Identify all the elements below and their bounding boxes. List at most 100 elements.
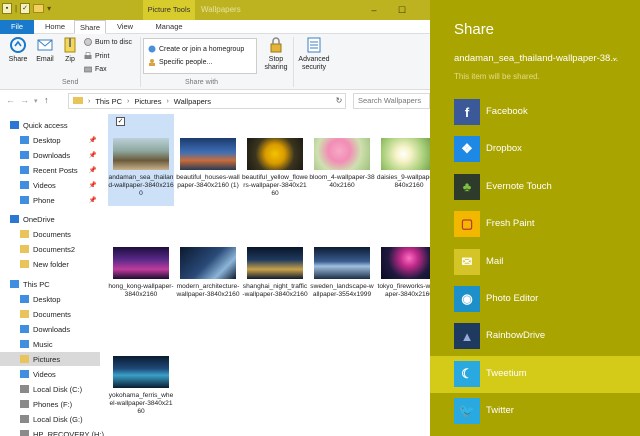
tab-view[interactable]: View [110,20,140,34]
nav-item[interactable]: Documents2 [0,242,100,256]
tab-home[interactable]: Home [40,20,70,34]
nav-item[interactable]: Quick access [0,118,100,132]
tab-manage[interactable]: Manage [146,20,192,34]
refresh-icon[interactable]: ↻ [332,93,346,109]
nav-item[interactable]: This PC [0,277,100,291]
nav-item[interactable]: New folder [0,257,100,271]
minimize-icon[interactable]: – [364,0,384,20]
file-name: tokyo_fireworks-wallpaper-3840x2160 [377,283,430,298]
folder-icon [20,230,29,238]
picture-tools-context-tab: Picture Tools [143,0,195,20]
shared-file-selector[interactable]: andaman_sea_thailand-wallpaper-38... [454,53,618,64]
people-icon [148,58,156,66]
breadcrumb-pictures[interactable]: Pictures [134,97,161,106]
share-app-dropbox[interactable]: ❖ Dropbox [430,131,640,168]
properties-icon[interactable]: ▪ [2,3,12,14]
share-app-mail[interactable]: ✉ Mail [430,244,640,281]
pin-icon[interactable]: 📌 [89,136,97,144]
share-app-tweetium[interactable]: ☾ Tweetium [430,355,640,393]
specific-people-button[interactable]: Specific people... [148,58,212,66]
lock-icon [267,36,285,54]
file-item[interactable]: beautiful_houses-wallpaper-3840x2160 (1) [175,114,241,206]
share-app-label: Twitter [486,405,514,417]
breadcrumb-wallpapers[interactable]: Wallpapers [174,97,211,106]
file-name: andaman_sea_thailand-wallpaper-3840x2160 [108,174,174,197]
print-button[interactable]: Print [84,52,109,60]
pin-icon[interactable]: 📌 [89,151,97,159]
advanced-security-button[interactable]: Advanced security [296,36,332,72]
file-item[interactable]: bloom_4-wallpaper-3840x2160 [309,114,375,206]
share-with-list [143,38,257,74]
file-item[interactable]: hong_kong-wallpaper-3840x2160 [108,223,174,315]
tab-file[interactable]: File [0,20,34,34]
recent-locations-icon[interactable]: ▾ [34,97,38,105]
nav-item[interactable]: Desktop [0,292,100,306]
fax-button[interactable]: Fax [84,65,107,73]
selection-checkbox[interactable]: ✓ [116,117,125,126]
search-input[interactable]: Search Wallpapers [353,93,430,109]
drive-icon [20,385,29,393]
file-name: sweden_landscape-wallpaper-3554x1999 [310,283,374,298]
nav-item-label: Phone [33,195,55,205]
share-pane-title: Share [454,21,495,38]
up-arrow-icon[interactable]: ↑ [44,95,49,105]
file-item[interactable]: shanghai_night_traffic-wallpaper-3840x21… [242,223,308,315]
share-app-evernote[interactable]: ♣ Evernote Touch [430,169,640,206]
file-name: shanghai_night_traffic-wallpaper-3840x21… [242,283,308,298]
nav-item[interactable]: Documents [0,227,100,241]
nav-item[interactable]: Videos [0,367,100,381]
share-app-photo-editor[interactable]: ◉ Photo Editor [430,281,640,318]
zip-icon [61,36,79,54]
back-arrow-icon[interactable]: ← [6,95,15,105]
address-bar[interactable]: › This PC › Pictures › Wallpapers [68,93,346,109]
share-button[interactable]: Share [4,36,32,64]
qa-dropdown-icon[interactable]: ▾ [47,4,51,13]
nav-item[interactable]: Local Disk (C:) [0,382,100,396]
zip-button[interactable]: Zip [58,36,82,64]
pin-icon[interactable]: 📌 [89,166,97,174]
folder-icon [20,260,29,268]
share-app-facebook[interactable]: f Facebook [430,94,640,131]
file-item[interactable]: daisies_9-wallpaper-3840x2160 [376,114,430,206]
nav-item[interactable]: Desktop 📌 [0,133,100,147]
nav-item[interactable]: Phones (F:) [0,397,100,411]
email-button-label: Email [36,56,54,63]
burn-to-disc-button[interactable]: Burn to disc [84,38,132,46]
nav-item-label: This PC [23,279,50,289]
nav-item[interactable]: Videos 📌 [0,178,100,192]
forward-arrow-icon[interactable]: → [20,95,29,105]
nav-item[interactable]: Local Disk (G:) [0,412,100,426]
file-item[interactable]: yokohama_ferris_wheel-wallpaper-3840x216… [108,332,174,424]
share-app-rainbowdrive[interactable]: ▲ RainbowDrive [430,318,640,355]
file-item[interactable]: tokyo_fireworks-wallpaper-3840x2160 [376,223,430,315]
nav-item[interactable]: Documents [0,307,100,321]
computer-icon [10,280,19,288]
nav-item[interactable]: Downloads [0,322,100,336]
window-title: Wallpapers [201,5,241,14]
maximize-icon[interactable]: ☐ [392,0,412,20]
email-button[interactable]: Email [32,36,58,64]
nav-item[interactable]: Phone 📌 [0,193,100,207]
nav-item[interactable]: Recent Posts 📌 [0,163,100,177]
nav-item[interactable]: Downloads 📌 [0,148,100,162]
pin-icon[interactable]: 📌 [89,196,97,204]
breadcrumb-this-pc[interactable]: This PC [95,97,122,106]
nav-item[interactable]: Pictures [0,352,100,366]
nav-item[interactable]: Music [0,337,100,351]
check-icon[interactable]: ✓ [20,3,31,14]
tab-share[interactable]: Share [74,20,106,34]
file-item[interactable]: sweden_landscape-wallpaper-3554x1999 [309,223,375,315]
new-folder-icon[interactable] [33,4,45,13]
share-app-fresh-paint[interactable]: ▢ Fresh Paint [430,206,640,243]
pin-icon[interactable]: 📌 [89,181,97,189]
file-item[interactable]: beautiful_yellow_flowers-wallpaper-3840x… [242,114,308,206]
share-app-label: Facebook [486,106,528,117]
share-app-twitter[interactable]: 🐦 Twitter [430,393,640,430]
nav-item[interactable]: OneDrive [0,212,100,226]
nav-item[interactable]: HP_RECOVERY (H:) [0,427,104,436]
file-item[interactable]: ✓ andaman_sea_thailand-wallpaper-3840x216… [108,114,174,206]
file-item[interactable]: modern_architecture-wallpaper-3840x2160 [175,223,241,315]
stop-sharing-button[interactable]: Stop sharing [262,36,290,72]
chevron-down-icon[interactable]: ⌄ [611,52,619,63]
homegroup-button[interactable]: Create or join a homegroup [148,45,244,53]
